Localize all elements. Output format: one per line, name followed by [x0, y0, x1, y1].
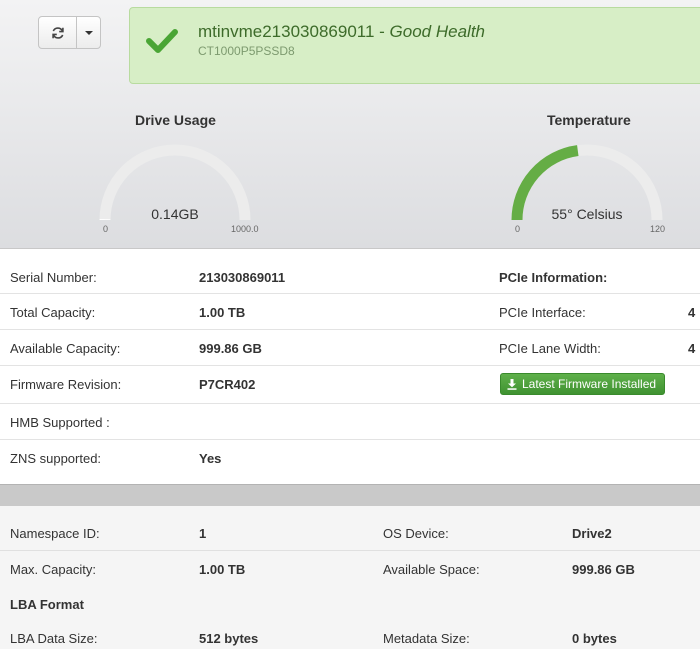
checkmark-icon	[146, 29, 178, 53]
available-label: Available Capacity:	[10, 341, 121, 356]
firmware-value: P7CR402	[199, 377, 256, 392]
row-firmware: Firmware Revision: P7CR402 Latest Firmwa…	[0, 366, 700, 404]
drive-name: mtinvme213030869011	[198, 22, 375, 41]
lba-size-label: LBA Data Size:	[10, 631, 98, 646]
temperature-value: 55° Celsius	[551, 206, 623, 222]
refresh-button-group	[38, 16, 101, 49]
drive-usage-max: 1000.0	[231, 224, 259, 234]
row-lba-size: LBA Data Size: 512 bytes Metadata Size: …	[0, 621, 700, 649]
os-device-value: Drive2	[572, 526, 612, 541]
health-title: mtinvme213030869011 - Good Health	[198, 22, 485, 42]
capacity-label: Total Capacity:	[10, 305, 96, 320]
refresh-button[interactable]	[39, 17, 77, 48]
metadata-size-value: 0 bytes	[572, 631, 617, 646]
os-device-label: OS Device:	[383, 526, 449, 541]
available-value: 999.86 GB	[199, 341, 262, 356]
temperature-label: Temperature	[547, 112, 631, 128]
refresh-icon	[51, 26, 64, 39]
capacity-value: 1.00 TB	[199, 305, 246, 320]
serial-value: 213030869011	[199, 270, 286, 285]
row-namespace-id: Namespace ID: 1 OS Device: Drive2	[0, 506, 700, 551]
caret-down-icon	[84, 30, 93, 35]
pcie-interface-value: 4	[688, 305, 696, 320]
row-hmb: HMB Supported :	[0, 404, 700, 440]
row-capacity: Total Capacity: 1.00 TB PCIe Interface: …	[0, 294, 700, 330]
title-separator: -	[374, 22, 390, 41]
drive-usage-value: 0.14GB	[151, 206, 199, 222]
download-icon	[507, 378, 517, 390]
drive-info-table: Serial Number: 213030869011 PCIe Informa…	[0, 248, 700, 484]
serial-label: Serial Number:	[10, 270, 97, 285]
zns-value: Yes	[199, 451, 222, 466]
hmb-label: HMB Supported :	[10, 415, 110, 430]
row-serial: Serial Number: 213030869011 PCIe Informa…	[0, 249, 700, 294]
drive-usage-label: Drive Usage	[135, 112, 216, 128]
lane-width-value: 4	[688, 341, 696, 356]
temperature-max: 120	[650, 224, 666, 234]
row-zns: ZNS supported: Yes	[0, 440, 700, 485]
health-status: Good Health	[389, 22, 485, 41]
drive-model: CT1000P5PSSD8	[198, 44, 295, 58]
health-status-banner: mtinvme213030869011 - Good Health CT1000…	[129, 7, 700, 84]
options-dropdown-button[interactable]	[77, 17, 100, 48]
namespace-id-label: Namespace ID:	[10, 526, 100, 541]
pcie-header: PCIe Information:	[499, 270, 608, 285]
lane-width-label: PCIe Lane Width:	[499, 341, 601, 356]
temperature-min: 0	[515, 224, 521, 234]
zns-label: ZNS supported:	[10, 451, 102, 466]
drive-usage-min: 0	[103, 224, 109, 234]
row-max-capacity: Max. Capacity: 1.00 TB Available Space: …	[0, 551, 700, 587]
namespace-info-table: Namespace ID: 1 OS Device: Drive2 Max. C…	[0, 506, 700, 649]
available-space-label: Available Space:	[383, 562, 480, 577]
lba-format-header: LBA Format	[10, 597, 84, 612]
pcie-interface-label: PCIe Interface:	[499, 305, 586, 320]
section-divider	[0, 484, 700, 506]
max-capacity-label: Max. Capacity:	[10, 562, 96, 577]
lba-size-value: 512 bytes	[199, 631, 259, 646]
firmware-label: Firmware Revision:	[10, 377, 122, 392]
namespace-id-value: 1	[199, 526, 207, 541]
drive-summary-panel: mtinvme213030869011 - Good Health CT1000…	[0, 0, 700, 248]
latest-firmware-label: Latest Firmware Installed	[522, 377, 657, 391]
metadata-size-label: Metadata Size:	[383, 631, 470, 646]
max-capacity-value: 1.00 TB	[199, 562, 246, 577]
available-space-value: 999.86 GB	[572, 562, 635, 577]
latest-firmware-button[interactable]: Latest Firmware Installed	[500, 373, 666, 395]
row-available: Available Capacity: 999.86 GB PCIe Lane …	[0, 330, 700, 366]
